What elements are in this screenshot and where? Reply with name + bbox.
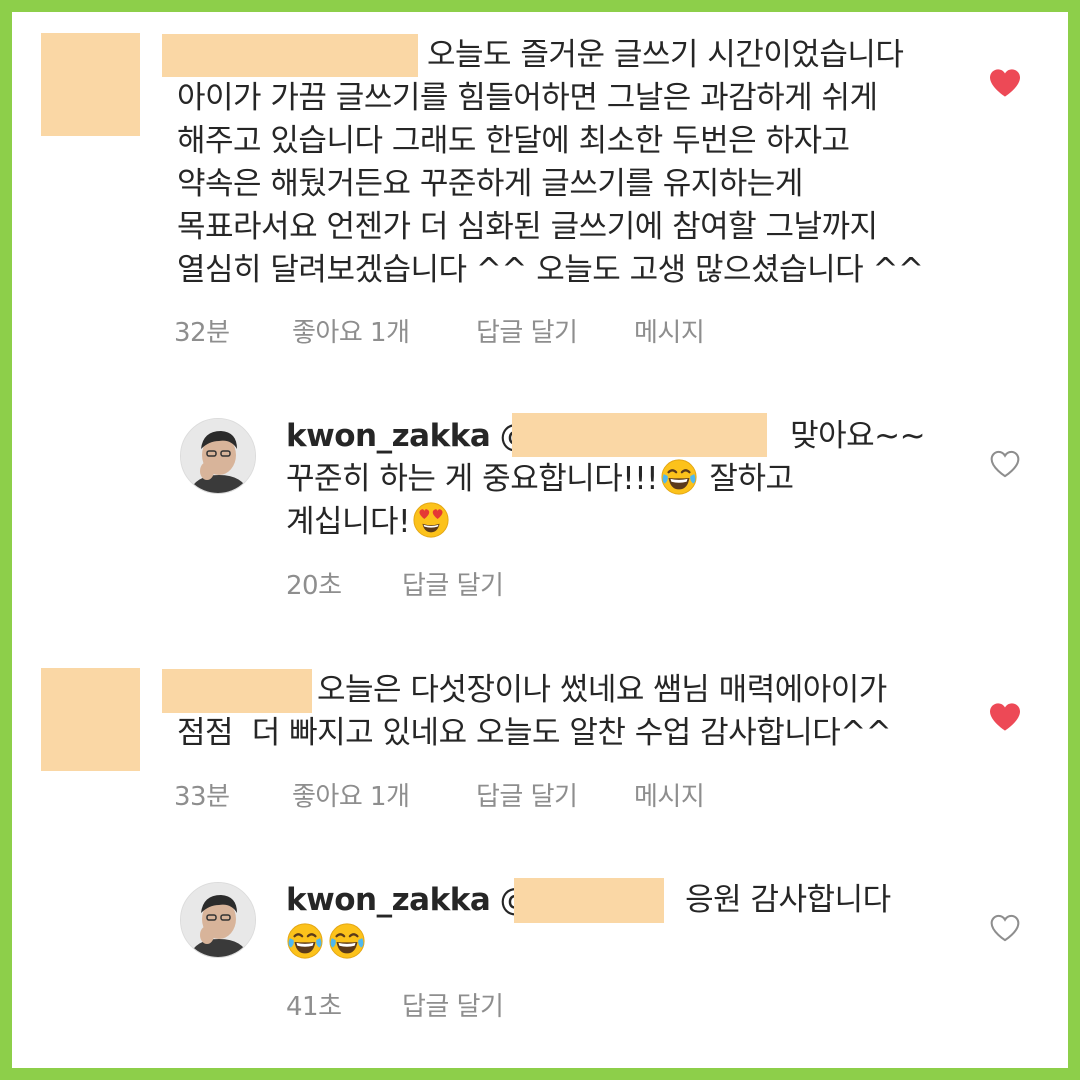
reply-avatar[interactable] [180,882,256,958]
comments-panel: 오늘도 즐거운 글쓰기 시간이었습니다 아이가 가끔 글쓰기를 힘들어하면 그날… [12,12,1068,1068]
likes-count-link[interactable]: 좋아요 1개 [292,312,410,349]
message-button[interactable]: 메시지 [634,776,705,813]
mentioned-username-redacted[interactable] [512,413,767,457]
reply-button[interactable]: 답글 달기 [402,565,504,602]
comment-line: 점점 더 빠지고 있네요 오늘도 알찬 수업 감사합니다^^ [177,715,892,751]
reply-button[interactable]: 답글 달기 [402,986,504,1023]
smiling-face-with-heart-eyes-icon [413,502,449,538]
reply-line: 잘하고 [700,461,794,497]
comment-line: 열심히 달려보겠습니다 ^^ 오늘도 고생 많으셨습니다 ^^ [177,252,924,288]
profile-photo [181,419,255,493]
comment-line: 해주고 있습니다 그래도 한달에 최소한 두번은 하자고 [177,123,850,159]
reply-time: 41초 [286,992,342,1022]
reply-line: 계십니다! [286,504,411,540]
comment-line: 아이가 가끔 글쓰기를 힘들어하면 그날은 과감하게 쉬게 [177,80,878,116]
message-button[interactable]: 메시지 [634,312,705,349]
comment-time: 32분 [174,318,230,348]
comment-text: 오늘도 즐거운 글쓰기 시간이었습니다 아이가 가끔 글쓰기를 힘들어하면 그날… [177,34,977,292]
heart-filled-icon[interactable] [988,702,1022,732]
reply-line: 꾸준히 하는 게 중요합니다!!! [286,461,659,497]
reply-meta-row: 20초 답글 달기 [12,565,1068,602]
commenter-avatar-redacted[interactable] [41,33,140,136]
reply-username[interactable]: kwon_zakka [286,418,491,454]
face-with-tears-of-joy-icon [329,923,365,959]
comment-time: 33분 [174,782,230,812]
comment-text: 오늘은 다섯장이나 썼네요 쌤님 매력에아이가 점점 더 빠지고 있네요 오늘도… [177,669,977,755]
reply-meta-row: 41초 답글 달기 [12,986,1068,1023]
face-with-tears-of-joy-icon [661,459,697,495]
likes-count-link[interactable]: 좋아요 1개 [292,776,410,813]
comment-line: 목표라서요 언젠가 더 심화된 글쓰기에 참여할 그날까지 [177,209,878,245]
heart-filled-icon[interactable] [988,68,1022,98]
heart-outline-icon[interactable] [989,914,1021,942]
reply-button[interactable]: 답글 달기 [476,776,578,813]
comment-meta-row: 32분 좋아요 1개 답글 달기 메시지 [12,312,1068,349]
reply-time: 20초 [286,571,342,601]
comment-line: 오늘도 즐거운 글쓰기 시간이었습니다 [427,37,904,73]
mentioned-username-redacted[interactable] [514,878,664,923]
reply-username[interactable]: kwon_zakka [286,882,491,918]
profile-photo [181,883,255,957]
comment-meta-row: 33분 좋아요 1개 답글 달기 메시지 [12,776,1068,813]
face-with-tears-of-joy-icon [287,923,323,959]
reply-avatar[interactable] [180,418,256,494]
reply-line: 맞아요~~ [790,418,926,454]
reply-button[interactable]: 답글 달기 [476,312,578,349]
heart-outline-icon[interactable] [989,450,1021,478]
reply-line: 응원 감사합니다 [685,882,891,918]
comment-line: 약속은 해뒀거든요 꾸준하게 글쓰기를 유지하는게 [177,166,803,202]
commenter-avatar-redacted[interactable] [41,668,140,771]
comment-line: 오늘은 다섯장이나 썼네요 쌤님 매력에아이가 [317,672,887,708]
